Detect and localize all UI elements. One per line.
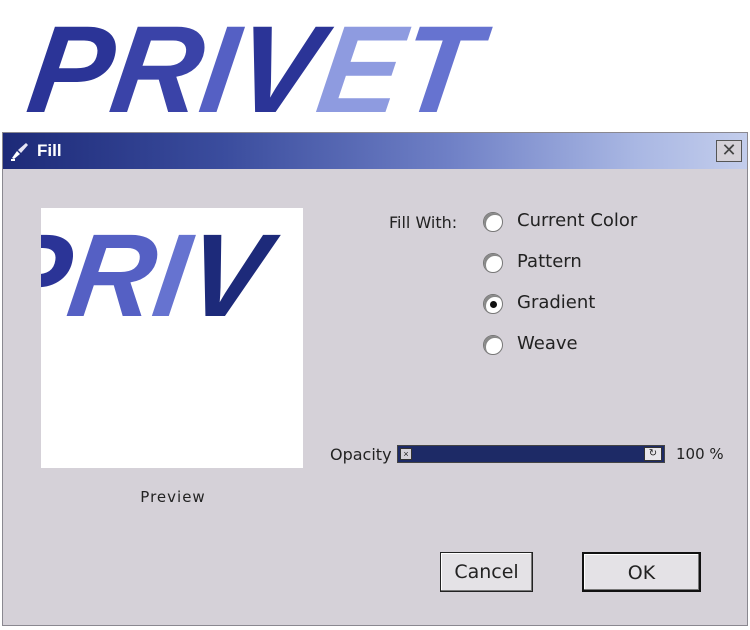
preview-box: PRIV — [41, 208, 303, 468]
privet-logo: PRIVET — [20, 1, 496, 130]
opacity-label: Opacity — [330, 445, 392, 464]
logo-banner: PRIVET — [0, 0, 750, 130]
fill-with-label: Fill With: — [389, 213, 458, 232]
preview-text: PRIV — [41, 211, 285, 342]
radio-label: Gradient — [517, 292, 596, 313]
dialog-title: Fill — [37, 141, 62, 160]
opacity-value: 100 % — [676, 445, 724, 463]
radio-button[interactable] — [483, 253, 503, 273]
radio-button[interactable] — [483, 335, 503, 355]
opacity-slider[interactable]: × ↻ — [397, 445, 665, 463]
preview-image: PRIV — [41, 208, 303, 468]
dialog-titlebar[interactable]: Fill ✕ — [3, 133, 747, 169]
logo-letters: PRIVET — [20, 1, 496, 130]
slider-thumb[interactable]: ↻ — [644, 447, 662, 461]
radio-label: Current Color — [517, 210, 638, 231]
radio-label: Weave — [517, 333, 578, 354]
radio-button[interactable] — [483, 212, 503, 232]
radio-label: Pattern — [517, 251, 582, 272]
brush-icon — [11, 143, 28, 161]
cancel-button[interactable]: Cancel — [440, 552, 533, 592]
ok-button[interactable]: OK — [582, 552, 701, 592]
preview-label: Preview — [140, 488, 206, 506]
radio-button[interactable] — [483, 294, 503, 314]
close-button[interactable]: ✕ — [716, 140, 742, 162]
close-icon: ✕ — [721, 140, 737, 160]
fill-dialog: Fill ✕ PRIV Preview Fill With: Current C… — [2, 132, 748, 626]
slider-min-icon: × — [400, 448, 412, 460]
